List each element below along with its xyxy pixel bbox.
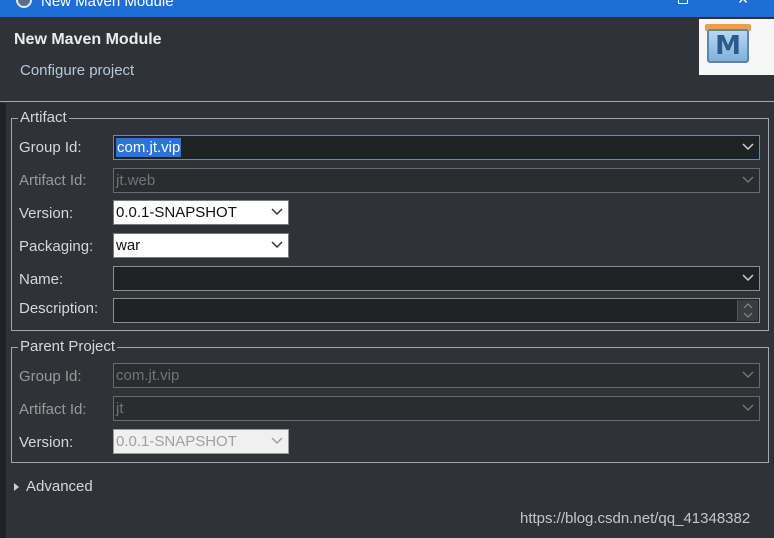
wizard-header: New Maven Module Configure project M xyxy=(0,17,774,94)
chevron-down-icon[interactable] xyxy=(737,397,759,420)
left-edge xyxy=(0,103,6,538)
artifact-description-textarea[interactable] xyxy=(113,298,760,323)
logo-letter: M xyxy=(707,29,749,63)
parent-version-value[interactable]: 0.0.1-SNAPSHOT xyxy=(116,433,237,450)
artifact-group-legend: Artifact xyxy=(18,109,69,126)
chevron-down-icon[interactable] xyxy=(737,169,759,192)
wizard-title: New Maven Module xyxy=(14,31,162,48)
advanced-expander[interactable]: Advanced xyxy=(14,478,93,495)
artifact-version-label: Version: xyxy=(19,205,74,222)
parent-artifact-id-combo[interactable]: jt xyxy=(113,396,760,421)
artifact-name-label: Name: xyxy=(19,271,64,288)
header-separator xyxy=(0,101,774,102)
chevron-down-icon[interactable] xyxy=(737,136,759,159)
chevron-down-icon[interactable] xyxy=(737,364,759,387)
artifact-packaging-label: Packaging: xyxy=(19,238,94,255)
artifact-group-id-value[interactable]: com.jt.vip xyxy=(116,138,182,157)
artifact-artifact-id-label: Artifact Id: xyxy=(19,172,87,189)
chevron-down-icon[interactable] xyxy=(266,201,288,224)
artifact-artifact-id-value[interactable]: jt.web xyxy=(116,172,155,189)
parent-version-label: Version: xyxy=(19,434,74,451)
wizard-subtitle: Configure project xyxy=(20,62,135,79)
window-title: New Maven Module xyxy=(41,0,174,10)
chevron-down-icon[interactable] xyxy=(266,430,288,453)
artifact-name-combo[interactable] xyxy=(113,266,760,291)
artifact-group-id-label: Group Id: xyxy=(19,139,82,156)
chevron-down-icon[interactable] xyxy=(266,234,288,257)
title-bar: New Maven Module × xyxy=(0,0,774,17)
parent-group-id-value[interactable]: com.jt.vip xyxy=(116,367,179,384)
chevron-down-icon[interactable] xyxy=(737,267,759,290)
parent-artifact-id-value[interactable]: jt xyxy=(116,400,124,417)
advanced-label[interactable]: Advanced xyxy=(26,478,93,495)
close-button[interactable]: × xyxy=(734,0,752,8)
artifact-packaging-value[interactable]: war xyxy=(116,237,140,254)
scroll-spinner-icon[interactable] xyxy=(737,300,758,321)
parent-artifact-id-label: Artifact Id: xyxy=(19,401,87,418)
parent-version-combo[interactable]: 0.0.1-SNAPSHOT xyxy=(113,429,289,454)
parent-project-legend: Parent Project xyxy=(18,338,118,355)
artifact-version-value[interactable]: 0.0.1-SNAPSHOT xyxy=(116,204,237,221)
watermark-text: https://blog.csdn.net/qq_41348382 xyxy=(520,510,751,527)
eclipse-app-icon xyxy=(16,0,32,8)
artifact-group-id-combo[interactable]: com.jt.vip xyxy=(113,135,760,160)
maven-logo-icon: M xyxy=(699,19,774,75)
artifact-version-combo[interactable]: 0.0.1-SNAPSHOT xyxy=(113,200,289,225)
artifact-description-label: Description: xyxy=(19,300,99,317)
parent-group-id-label: Group Id: xyxy=(19,368,82,385)
maximize-button[interactable] xyxy=(678,0,688,4)
artifact-packaging-combo[interactable]: war xyxy=(113,233,289,258)
expand-arrow-icon[interactable] xyxy=(14,483,19,492)
parent-group-id-combo[interactable]: com.jt.vip xyxy=(113,363,760,388)
artifact-artifact-id-combo[interactable]: jt.web xyxy=(113,168,760,193)
